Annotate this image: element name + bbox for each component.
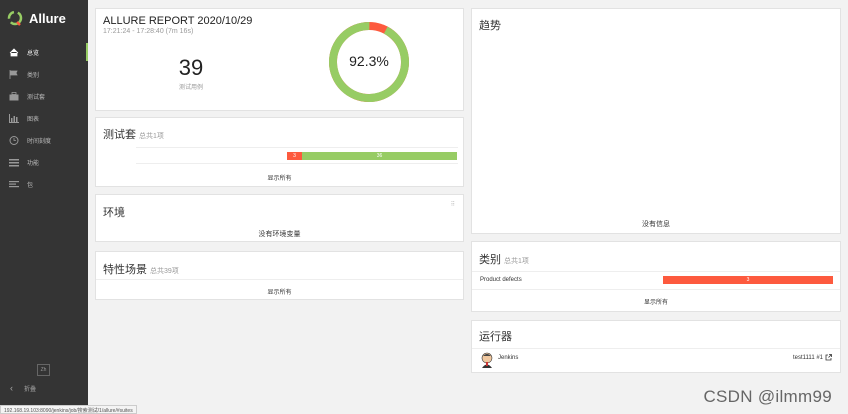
executors-widget: 运行器 Jenkins test1111 #1 [471, 320, 841, 373]
categories-subtitle: 总共1项 [504, 258, 529, 265]
clock-icon [9, 135, 19, 145]
sidebar-item-suites[interactable]: 测试套 [0, 85, 88, 107]
sidebar-item-label: 总览 [27, 50, 40, 57]
executor-build-link[interactable]: test1111 #1 [793, 354, 832, 361]
sidebar-item-label: 包 [27, 182, 34, 189]
report-title: ALLURE REPORT 2020/10/29 [103, 15, 253, 27]
features-show-all-link[interactable]: 显示所有 [96, 287, 463, 296]
sidebar-item-graphs[interactable]: 图表 [0, 107, 88, 129]
align-left-icon [9, 180, 19, 187]
features-title: 特性场景 [103, 264, 147, 276]
suite-passed-bar[interactable]: 36 [302, 152, 457, 160]
executor-name: Jenkins [498, 355, 519, 361]
list-icon [9, 158, 19, 166]
environment-widget: 环境 ⠿ 没有环境变量 [95, 194, 464, 242]
collapse-label: 折叠 [24, 386, 37, 393]
categories-title: 类别 [479, 254, 501, 266]
app-name: Allure [29, 10, 66, 26]
category-defects-bar[interactable]: 3 [663, 276, 833, 284]
executors-title: 运行器 [479, 331, 512, 343]
row-divider [96, 279, 463, 280]
flag-icon [9, 69, 18, 79]
category-item-name[interactable]: Product defects [480, 277, 522, 283]
briefcase-icon [9, 91, 19, 100]
features-subtitle: 总共39项 [150, 268, 179, 275]
drag-handle-icon[interactable]: ⠿ [451, 201, 455, 208]
categories-show-all-link[interactable]: 显示所有 [472, 297, 840, 306]
row-divider [136, 163, 458, 164]
environment-title: 环境 [103, 207, 125, 219]
sidebar-item-overview[interactable]: 总览 [0, 41, 88, 63]
jenkins-avatar [481, 352, 493, 368]
features-widget: 特性场景 总共39项 显示所有 [95, 251, 464, 300]
sidebar-item-label: 类别 [27, 72, 40, 79]
trend-empty-text: 没有信息 [642, 221, 670, 228]
status-bar-url: 192.168.19.103:8090/jenkins/job/搜索测试/1/a… [0, 405, 137, 414]
suites-widget: 测试套 总共1项 3 36 显示所有 [95, 117, 464, 187]
chevron-left-icon: ‹ [10, 383, 13, 393]
summary-widget: ALLURE REPORT 2020/10/29 17:21:24 - 17:2… [95, 8, 464, 111]
row-divider [472, 348, 840, 349]
environment-empty-text: 没有环境变量 [258, 231, 301, 238]
row-divider [472, 289, 840, 290]
brand[interactable]: Allure [0, 0, 88, 36]
suites-subtitle: 总共1项 [139, 133, 164, 140]
categories-widget: 类别 总共1项 Product defects 3 显示所有 [471, 241, 841, 312]
sidebar-item-label: 时间刻度 [27, 138, 52, 145]
sidebar-item-categories[interactable]: 类别 [0, 63, 88, 85]
language-switch[interactable]: Zh [37, 364, 50, 376]
row-divider [136, 147, 458, 148]
pass-rate-value: 92.3% [349, 53, 389, 69]
sidebar-item-packages[interactable]: 包 [0, 173, 88, 195]
sidebar-item-timeline[interactable]: 时间刻度 [0, 129, 88, 151]
allure-logo-icon [7, 10, 23, 26]
trend-widget: 趋势 没有信息 [471, 8, 841, 234]
suite-failed-bar[interactable]: 3 [287, 152, 302, 160]
collapse-button[interactable]: ‹ 折叠 [10, 383, 36, 393]
suites-title: 测试套 [103, 129, 136, 141]
trend-title: 趋势 [479, 20, 501, 32]
home-icon [9, 47, 19, 56]
suites-show-all-link[interactable]: 显示所有 [96, 173, 463, 182]
external-link-icon [825, 354, 832, 361]
executor-build: test1111 #1 [792, 354, 823, 361]
row-divider [472, 271, 840, 272]
sidebar-item-label: 测试套 [27, 94, 46, 101]
sidebar-item-behaviors[interactable]: 功能 [0, 151, 88, 173]
watermark: CSDN @ilmm99 [703, 387, 832, 406]
sidebar-item-label: 图表 [27, 116, 40, 123]
sidebar-item-label: 功能 [27, 160, 40, 167]
report-time-range: 17:21:24 - 17:28:40 (7m 16s) [103, 28, 194, 35]
sidebar: Allure 总览 类别 测试套 图表 时间刻度 功能 包 Zh ‹ 折叠 [0, 0, 88, 414]
test-count: 39 [178, 55, 204, 80]
bar-chart-icon [9, 113, 19, 123]
test-count-label: 测试用例 [178, 85, 203, 91]
